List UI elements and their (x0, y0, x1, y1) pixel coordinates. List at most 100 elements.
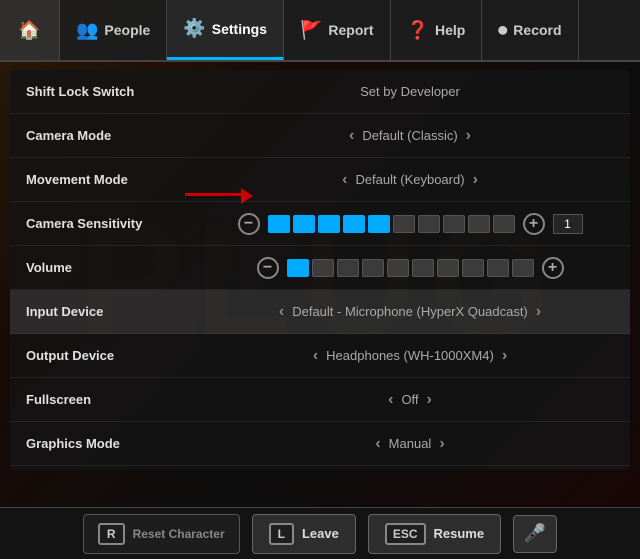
control-output-device: ‹ Headphones (WH-1000XM4) › (206, 347, 614, 365)
nav-record-label: Record (513, 22, 561, 38)
block-1 (268, 215, 290, 233)
settings-icon: ⚙️ (183, 18, 205, 39)
resume-label: Resume (434, 526, 485, 541)
chevron-right-movement[interactable]: › (473, 171, 478, 189)
row-shift-lock: Shift Lock Switch Set by Developer (10, 70, 630, 114)
value-graphics-mode: Manual (389, 436, 432, 451)
control-shift-lock: Set by Developer (206, 84, 614, 99)
nav-settings-label: Settings (212, 21, 267, 37)
label-input-device: Input Device (26, 304, 206, 319)
label-camera-mode: Camera Mode (26, 128, 206, 143)
control-camera-sensitivity: − + 1 (206, 213, 614, 235)
mic-icon: 🎤 (524, 523, 546, 544)
volume-blocks (287, 259, 534, 277)
sensitivity-increase[interactable]: + (523, 213, 545, 235)
input-device-arrow (185, 193, 245, 196)
row-movement-mode: Movement Mode ‹ Default (Keyboard) › (10, 158, 630, 202)
reset-character-button[interactable]: R Reset Character (83, 514, 240, 554)
row-output-device: Output Device ‹ Headphones (WH-1000XM4) … (10, 334, 630, 378)
red-arrow-icon (185, 193, 245, 196)
label-graphics-mode: Graphics Mode (26, 436, 206, 451)
mic-button[interactable]: 🎤 (513, 515, 557, 553)
help-icon: ❓ (407, 20, 429, 41)
nav-record[interactable]: ⏺ Record (482, 0, 578, 60)
vol-block-3 (337, 259, 359, 277)
sensitivity-decrease[interactable]: − (238, 213, 260, 235)
volume-decrease[interactable]: − (257, 257, 279, 279)
chevron-left-camera[interactable]: ‹ (349, 127, 354, 145)
nav-help-label: Help (435, 22, 465, 38)
value-input-device: Default - Microphone (HyperX Quadcast) (292, 304, 528, 319)
nav-people-label: People (104, 22, 150, 38)
sensitivity-blocks (268, 215, 515, 233)
chevron-right-input[interactable]: › (536, 303, 541, 321)
label-shift-lock: Shift Lock Switch (26, 84, 206, 99)
resume-key-badge: ESC (385, 523, 426, 545)
value-movement-mode: Default (Keyboard) (355, 172, 464, 187)
block-5 (368, 215, 390, 233)
settings-panel: Shift Lock Switch Set by Developer Camer… (10, 70, 630, 470)
control-graphics-mode: ‹ Manual › (206, 435, 614, 453)
nav-report[interactable]: 🚩 Report (284, 0, 391, 60)
vol-block-7 (437, 259, 459, 277)
leave-key-badge: L (269, 523, 294, 545)
row-fullscreen: Fullscreen ‹ Off › (10, 378, 630, 422)
vol-block-4 (362, 259, 384, 277)
nav-help[interactable]: ❓ Help (391, 0, 483, 60)
row-graphics-quality: Graphics Quality − (10, 466, 630, 470)
nav-settings[interactable]: ⚙️ Settings (167, 0, 284, 60)
block-9 (468, 215, 490, 233)
value-output-device: Headphones (WH-1000XM4) (326, 348, 494, 363)
bottom-bar: R Reset Character L Leave ESC Resume 🎤 (0, 507, 640, 559)
control-camera-mode: ‹ Default (Classic) › (206, 127, 614, 145)
row-input-device: Input Device ‹ Default - Microphone (Hyp… (10, 290, 630, 334)
vol-block-9 (487, 259, 509, 277)
nav-bar: 🏠 👥 People ⚙️ Settings 🚩 Report ❓ Help ⏺… (0, 0, 640, 62)
chevron-left-fullscreen[interactable]: ‹ (388, 391, 393, 409)
nav-people[interactable]: 👥 People (60, 0, 167, 60)
vol-block-2 (312, 259, 334, 277)
block-7 (418, 215, 440, 233)
chevron-left-output[interactable]: ‹ (313, 347, 318, 365)
chevron-left-input[interactable]: ‹ (279, 303, 284, 321)
vol-block-1 (287, 259, 309, 277)
volume-increase[interactable]: + (542, 257, 564, 279)
vol-block-8 (462, 259, 484, 277)
reset-key-badge: R (98, 523, 125, 545)
nav-home[interactable]: 🏠 (0, 0, 60, 60)
chevron-right-fullscreen[interactable]: › (427, 391, 432, 409)
control-volume: − + (206, 257, 614, 279)
block-8 (443, 215, 465, 233)
chevron-left-movement[interactable]: ‹ (342, 171, 347, 189)
resume-button[interactable]: ESC Resume (368, 514, 501, 554)
record-icon: ⏺ (498, 20, 507, 41)
chevron-left-gfx-mode[interactable]: ‹ (375, 435, 380, 453)
label-movement-mode: Movement Mode (26, 172, 206, 187)
home-icon: 🏠 (18, 20, 40, 41)
reset-label: Reset Character (133, 527, 225, 541)
value-fullscreen: Off (401, 392, 418, 407)
label-fullscreen: Fullscreen (26, 392, 206, 407)
chevron-right-camera[interactable]: › (466, 127, 471, 145)
leave-label: Leave (302, 526, 339, 541)
row-graphics-mode: Graphics Mode ‹ Manual › (10, 422, 630, 466)
settings-list: Shift Lock Switch Set by Developer Camer… (10, 70, 630, 470)
chevron-right-gfx-mode[interactable]: › (439, 435, 444, 453)
sensitivity-value: 1 (553, 214, 583, 234)
block-6 (393, 215, 415, 233)
row-camera-sensitivity: Camera Sensitivity − + 1 (10, 202, 630, 246)
nav-report-label: Report (328, 22, 373, 38)
label-camera-sensitivity: Camera Sensitivity (26, 216, 206, 231)
leave-button[interactable]: L Leave (252, 514, 356, 554)
control-input-device: ‹ Default - Microphone (HyperX Quadcast)… (206, 303, 614, 321)
people-icon: 👥 (76, 20, 98, 41)
block-10 (493, 215, 515, 233)
control-fullscreen: ‹ Off › (206, 391, 614, 409)
label-output-device: Output Device (26, 348, 206, 363)
chevron-right-output[interactable]: › (502, 347, 507, 365)
report-icon: 🚩 (300, 20, 322, 41)
row-volume: Volume − + (10, 246, 630, 290)
vol-block-5 (387, 259, 409, 277)
row-camera-mode: Camera Mode ‹ Default (Classic) › (10, 114, 630, 158)
block-3 (318, 215, 340, 233)
